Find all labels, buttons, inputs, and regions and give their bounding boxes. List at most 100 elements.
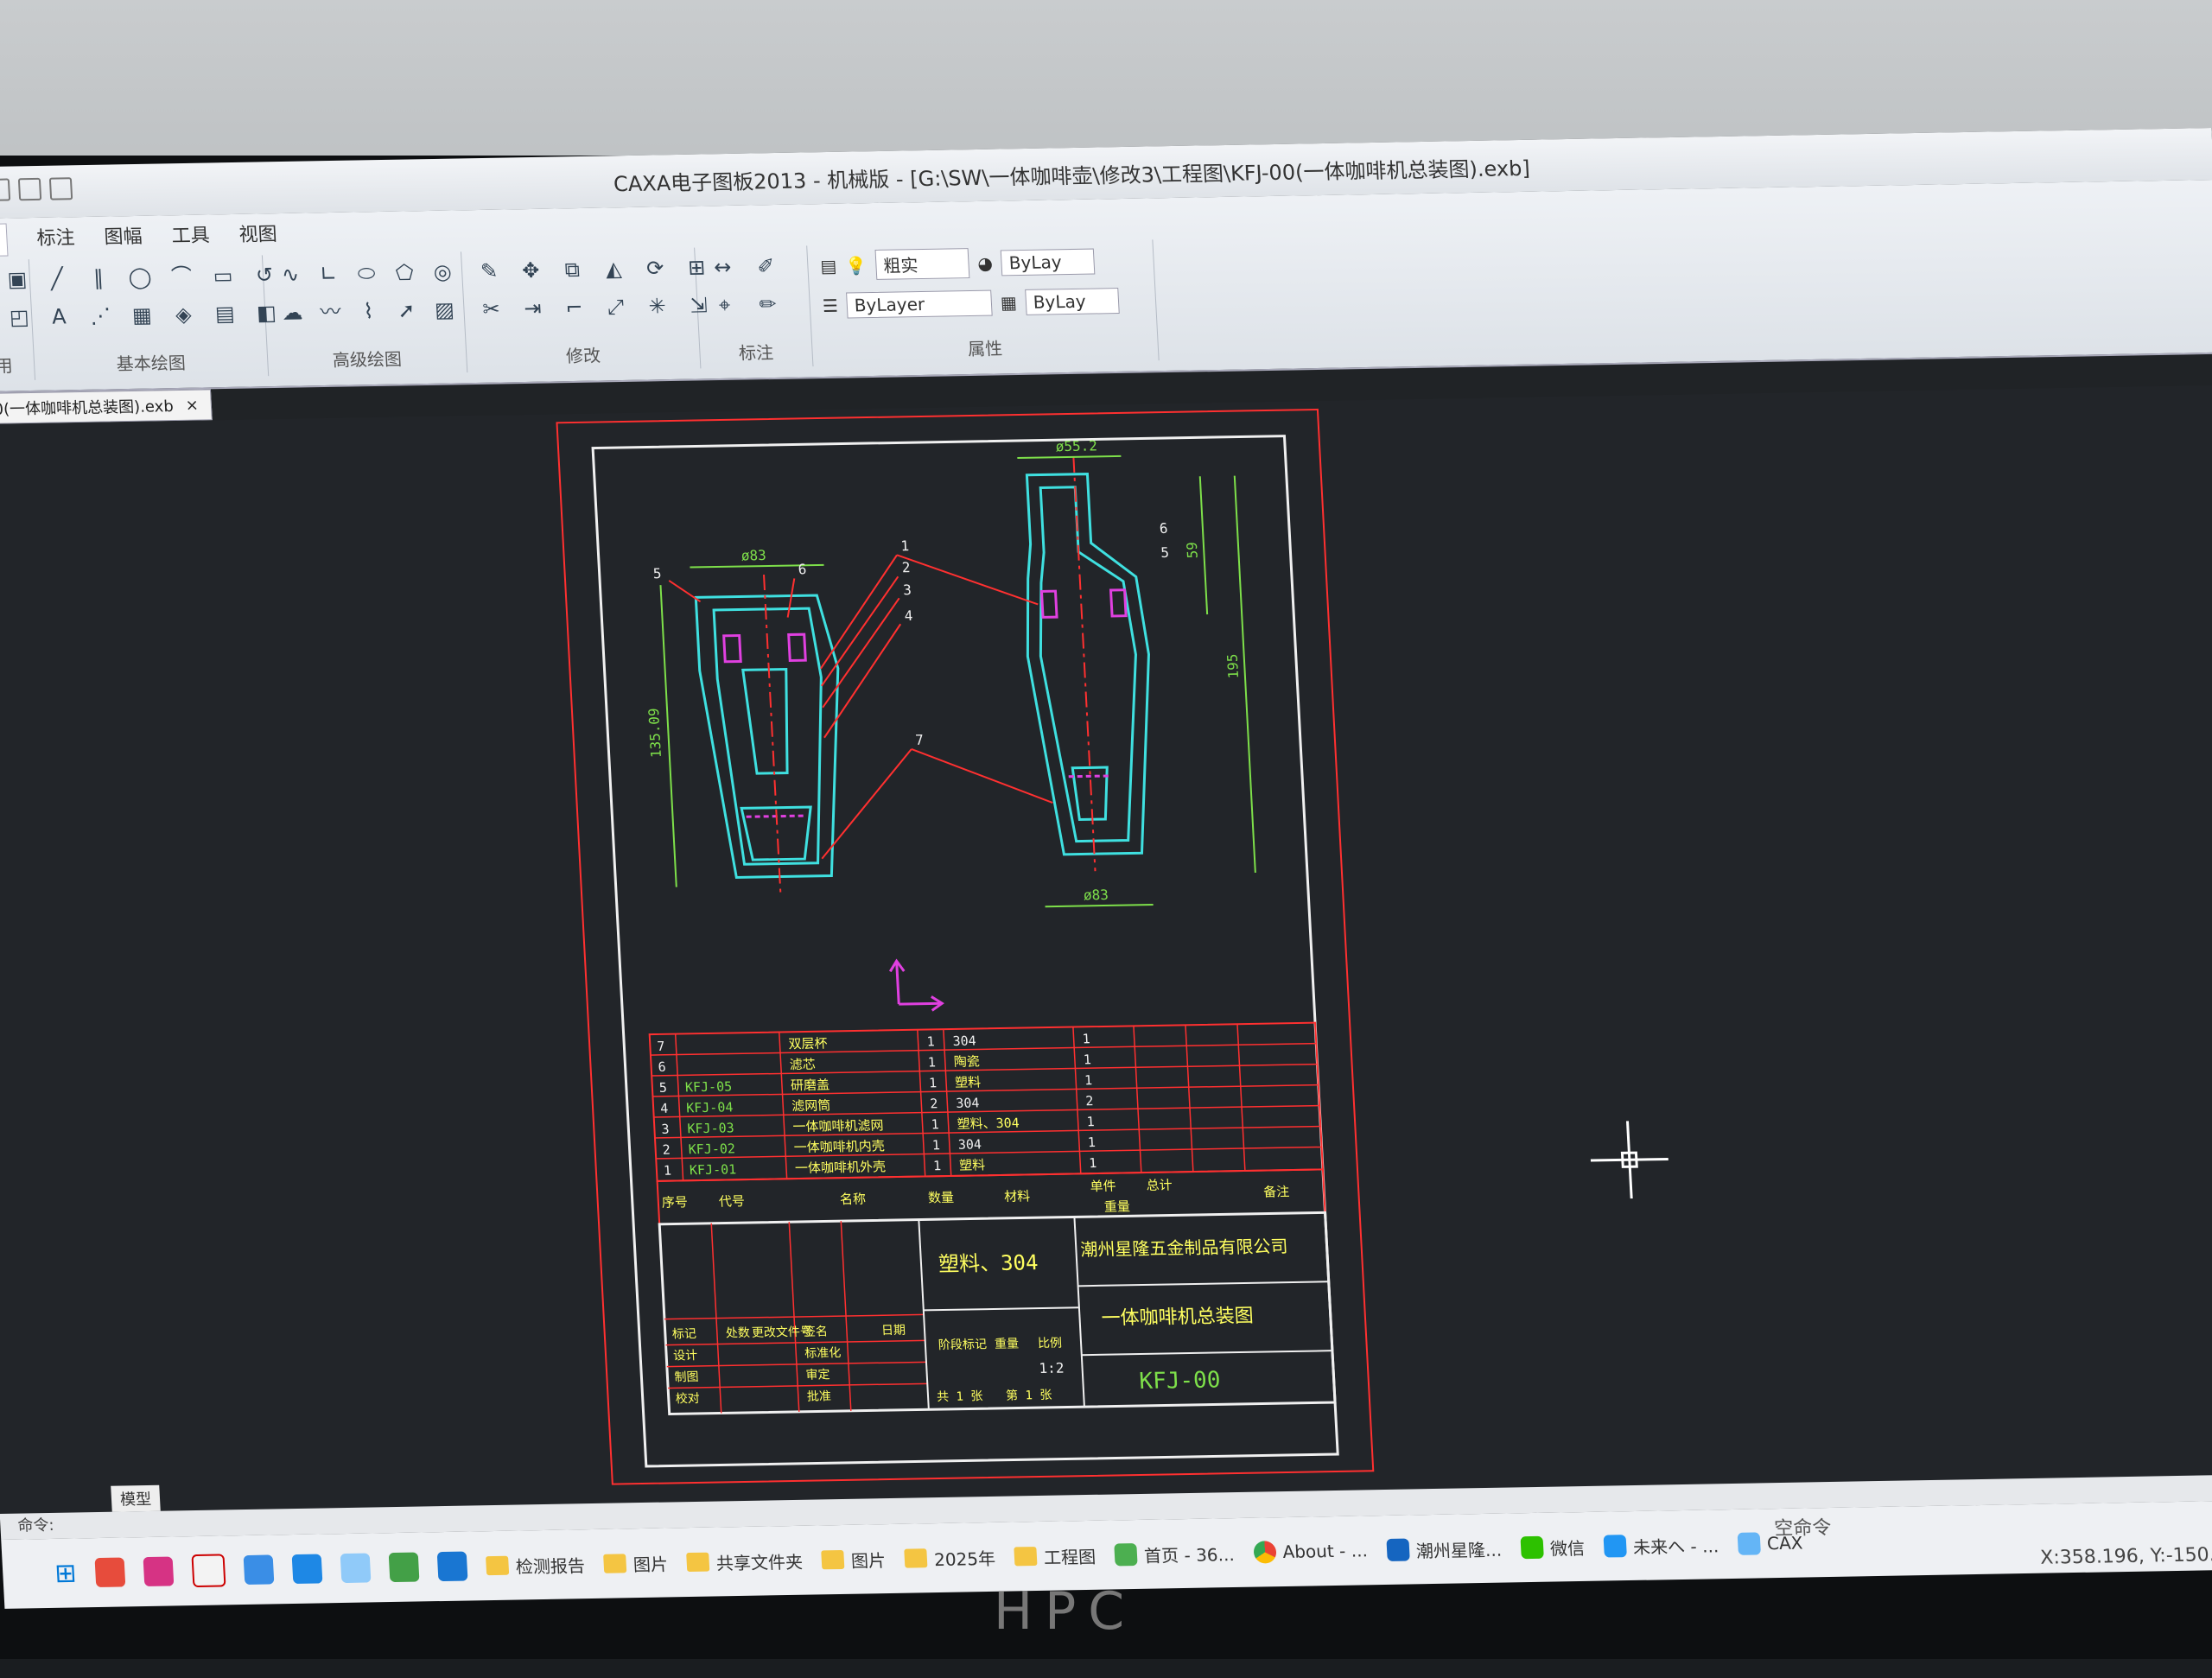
paste-icon[interactable]: ▣ [2, 264, 33, 295]
command-prompt: 命令: [16, 1516, 55, 1535]
group-modify: ✎ ✥ ⧉ ◭ ⟳ ⊞ ✂ ⇥ ⌐ ⤢ ✳ ⇲ 修改 [461, 247, 708, 373]
rectangle-icon[interactable]: ▭ [207, 261, 238, 291]
taskbar-1688[interactable]: 潮州星隆... [1386, 1535, 1503, 1562]
mirror-icon[interactable]: ◭ [598, 254, 629, 284]
circle-icon[interactable]: ◯ [124, 263, 156, 293]
line-icon[interactable]: ╱ [41, 264, 73, 294]
app-icon-7[interactable] [388, 1552, 420, 1583]
ellipse-icon[interactable]: ⬭ [351, 258, 382, 289]
spline-icon[interactable]: ∿ [275, 260, 306, 290]
dimension-icon[interactable]: ↔ [707, 252, 738, 283]
bom-row6-material: 陶瓷 [953, 1053, 980, 1069]
window-title: CAXA电子图板2013 - 机械版 - [G:\SW\一体咖啡壶\修改3\工程… [613, 156, 1531, 196]
app-icon-3[interactable] [191, 1554, 226, 1588]
ring-icon[interactable]: ◎ [427, 257, 458, 287]
erase-icon[interactable]: ✎ [474, 256, 505, 286]
fillet-icon[interactable]: ⌐ [559, 293, 590, 323]
arrow-icon[interactable]: ➚ [391, 296, 423, 326]
tab-common[interactable]: 常用 [0, 223, 9, 257]
rotate-icon[interactable]: ⟳ [639, 253, 671, 283]
taskbar-wechat[interactable]: 微信 [1520, 1534, 1586, 1560]
app-icon-5[interactable] [291, 1554, 323, 1585]
extend-icon[interactable]: ⇥ [518, 294, 549, 324]
tb-role-draw: 制图 [674, 1370, 699, 1384]
image-icon[interactable]: ▨ [429, 295, 461, 325]
table-icon[interactable]: ▤ [209, 299, 240, 329]
dim-height-left: 135.09 [645, 708, 664, 758]
style-icon[interactable]: ✏ [753, 289, 784, 320]
close-icon[interactable]: × [185, 396, 199, 414]
bom-row2-no: 2 [662, 1142, 671, 1158]
app-icon-4[interactable] [243, 1554, 275, 1586]
taskbar-folder-drawings[interactable]: 工程图 [1014, 1542, 1096, 1569]
app-icon-1[interactable] [94, 1557, 126, 1588]
tb-rev-date: 日期 [881, 1324, 906, 1338]
balloon-6-left: 6 [798, 561, 807, 577]
linetype-select[interactable]: ByLayer [846, 289, 993, 319]
drawing-canvas[interactable]: ø83 135.09 ø55.2 59 195 ø83 5 6 1 2 3 4 … [0, 385, 2212, 1521]
taskbar-browser-360[interactable]: 首页 - 36... [1114, 1541, 1235, 1567]
app-icon-2[interactable] [143, 1556, 175, 1587]
app-icon-6[interactable] [340, 1553, 372, 1584]
bom-row6-no: 6 [658, 1059, 666, 1075]
move-icon[interactable]: ✥ [515, 256, 546, 286]
balloon-6-right: 6 [1159, 520, 1168, 537]
taskbar-chrome[interactable]: About - ... [1252, 1539, 1369, 1564]
color-select[interactable]: ByLay [1000, 248, 1096, 276]
centerline-icon[interactable]: ⋰ [85, 301, 116, 331]
taskbar-folder-images2[interactable]: 图片 [821, 1547, 887, 1573]
explode-icon[interactable]: ✳ [642, 291, 673, 321]
bom-header-code: 代号 [718, 1193, 745, 1209]
tab-tools[interactable]: 工具 [171, 219, 211, 253]
open-file-icon[interactable] [0, 178, 11, 201]
polygon-icon[interactable]: ⬠ [389, 257, 420, 288]
balloon-2: 2 [901, 559, 911, 575]
app-icon-8[interactable] [436, 1551, 468, 1582]
taskbar-folder-images[interactable]: 图片 [603, 1550, 669, 1576]
hatch-icon[interactable]: ▦ [126, 300, 157, 330]
tb-role-design: 设计 [673, 1349, 698, 1363]
linestyle-icon[interactable]: ▦ [1000, 292, 1017, 313]
bom-row4-code: KFJ-04 [686, 1099, 734, 1115]
bom-row6-name: 滤芯 [789, 1057, 816, 1072]
corner-icon[interactable]: ∟ [313, 259, 344, 289]
color-wheel-icon[interactable]: ◕ [977, 252, 994, 273]
folder-icon [486, 1555, 510, 1576]
layer-manager-icon[interactable]: ▤ [820, 255, 837, 276]
parallel-line-icon[interactable]: ∥ [83, 263, 114, 293]
text-icon[interactable]: A [43, 302, 74, 332]
wave-icon[interactable]: 〰 [315, 297, 346, 327]
windows-start-icon[interactable]: ⊞ [54, 1558, 77, 1588]
save-icon[interactable] [17, 177, 42, 201]
lineweight-icon[interactable]: ☰ [822, 296, 838, 316]
arc-icon[interactable]: ⌒ [166, 262, 197, 292]
bom-row3-name: 一体咖啡机滤网 [792, 1117, 884, 1135]
folder-icon [1014, 1547, 1038, 1567]
print-icon[interactable] [48, 177, 73, 200]
lineweight-select[interactable]: ByLay [1025, 288, 1120, 315]
taskbar-folder-report[interactable]: 检测报告 [486, 1552, 586, 1579]
document-tab[interactable]: KFJ-00(一体咖啡机总装图).exb × [0, 389, 213, 425]
tab-view[interactable]: 视图 [238, 219, 278, 252]
taskbar-kugou[interactable]: 未来へ - ... [1603, 1532, 1719, 1559]
copy-icon[interactable]: ⧉ [556, 255, 588, 285]
trim-icon[interactable]: ✂ [476, 294, 507, 324]
scale-icon[interactable]: ⤢ [601, 292, 632, 322]
bom-row5-no: 5 [658, 1080, 667, 1096]
match-icon[interactable]: ◰ [3, 302, 35, 333]
tab-model[interactable]: 模型 [111, 1484, 161, 1512]
text-edit-icon[interactable]: ✐ [750, 251, 781, 282]
taskbar-folder-2025[interactable]: 2025年 [904, 1544, 996, 1571]
revision-cloud-icon[interactable]: ☁ [277, 297, 308, 327]
tab-sheet[interactable]: 图幅 [104, 221, 143, 255]
tab-annotation[interactable]: 标注 [36, 222, 76, 256]
bom-row1-material: 塑料 [959, 1157, 986, 1173]
bom-row2-name: 一体咖啡机内壳 [793, 1138, 885, 1155]
taskbar-folder-shared[interactable]: 共享文件夹 [686, 1548, 804, 1574]
block-icon[interactable]: ◈ [168, 300, 199, 330]
bom-header-remark: 备注 [1263, 1184, 1290, 1199]
layer-select[interactable]: 粗实 [874, 248, 970, 280]
tb-role-approve: 批准 [806, 1389, 831, 1403]
tolerance-icon[interactable]: ⌖ [709, 290, 741, 321]
break-line-icon[interactable]: ⌇ [353, 296, 385, 327]
